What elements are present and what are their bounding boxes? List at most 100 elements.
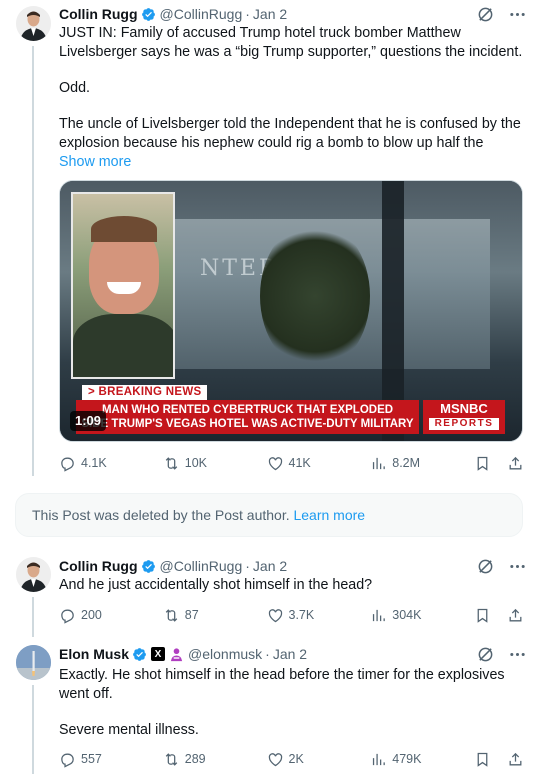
repost-count: 10K: [184, 456, 207, 470]
headline-line: SIDE TRUMP'S VEGAS HOTEL WAS ACTIVE-DUTY…: [81, 418, 414, 430]
views-button[interactable]: 304K: [370, 607, 474, 624]
avatar-photo: [16, 645, 51, 680]
post-text-line: JUST IN: Family of accused Trump hotel t…: [59, 25, 523, 60]
like-count: 41K: [288, 456, 311, 470]
show-more-link[interactable]: Show more: [59, 154, 131, 170]
share-icon[interactable]: [507, 607, 524, 624]
post-text-line: And he just accidentally shot himself in…: [59, 577, 373, 593]
share-icon[interactable]: [507, 455, 524, 472]
avatar[interactable]: [16, 6, 51, 41]
like-count: 2K: [288, 752, 304, 766]
avatar[interactable]: [16, 645, 51, 680]
thread-line: [32, 597, 34, 637]
post-3[interactable]: Elon Musk X @elonmusk · Jan 2 Exactly. H…: [0, 643, 542, 774]
author-handle[interactable]: @CollinRugg: [160, 6, 243, 22]
post-text: JUST IN: Family of accused Trump hotel t…: [59, 24, 528, 172]
post-text-line: Odd.: [59, 80, 90, 96]
repost-button[interactable]: 289: [163, 751, 267, 768]
views-icon: [373, 753, 386, 765]
repost-count: 87: [184, 608, 199, 622]
like-count: 3.7K: [288, 608, 315, 622]
more-icon[interactable]: [508, 5, 526, 23]
deleted-notice-text: This Post was deleted by the Post author…: [32, 507, 290, 523]
view-count: 304K: [392, 608, 422, 622]
view-count: 479K: [392, 752, 422, 766]
bookmark-icon[interactable]: [474, 751, 491, 768]
reply-count: 200: [81, 608, 102, 622]
video-duration: 1:09: [70, 411, 107, 431]
video-tree: [260, 221, 370, 371]
action-bar: 4.1K 10K 41K 8.2M: [59, 453, 524, 473]
action-bar: 200 87 3.7K 304K: [59, 605, 524, 625]
views-button[interactable]: 8.2M: [370, 455, 474, 472]
verified-icon[interactable]: [141, 559, 156, 574]
separator-dot: ·: [265, 646, 270, 662]
post-1[interactable]: Collin Rugg @CollinRugg · Jan 2 JUST IN:…: [0, 0, 542, 485]
repost-icon: [165, 608, 178, 622]
verified-icon[interactable]: [141, 7, 156, 22]
author-name[interactable]: Collin Rugg: [59, 558, 138, 574]
video-inset-photo: [71, 192, 175, 379]
avatar[interactable]: [16, 557, 51, 592]
post-text: And he just accidentally shot himself in…: [59, 576, 528, 595]
like-button[interactable]: 3.7K: [267, 607, 371, 624]
reply-icon: [61, 609, 74, 624]
post-2[interactable]: Collin Rugg @CollinRugg · Jan 2 And he j…: [0, 555, 542, 637]
headline-line: MAN WHO RENTED CYBERTRUCK THAT EXPLODED: [101, 404, 394, 416]
author-handle[interactable]: @elonmusk: [188, 646, 262, 662]
repost-icon: [165, 752, 178, 766]
like-icon: [268, 456, 282, 470]
author-name[interactable]: Elon Musk: [59, 646, 129, 662]
like-button[interactable]: 2K: [267, 751, 371, 768]
repost-button[interactable]: 87: [163, 607, 267, 624]
post-date[interactable]: Jan 2: [273, 646, 307, 662]
post-header: Collin Rugg @CollinRugg · Jan 2: [59, 556, 526, 576]
post-text: Exactly. He shot himself in the head bef…: [59, 666, 528, 740]
views-icon: [373, 609, 386, 621]
reply-button[interactable]: 200: [59, 607, 163, 624]
bookmark-icon[interactable]: [474, 455, 491, 472]
reply-button[interactable]: 557: [59, 751, 163, 768]
affiliate-icon[interactable]: [169, 647, 184, 662]
grok-icon[interactable]: [476, 5, 494, 23]
grok-icon[interactable]: [476, 645, 494, 663]
grok-icon[interactable]: [476, 557, 494, 575]
author-handle[interactable]: @CollinRugg: [160, 558, 243, 574]
network-name: MSNBC: [440, 401, 488, 416]
post-header: Collin Rugg @CollinRugg · Jan 2: [59, 4, 526, 24]
reply-icon: [61, 753, 74, 768]
thread-line: [32, 685, 34, 774]
post-date[interactable]: Jan 2: [253, 558, 287, 574]
x-badge-icon[interactable]: X: [151, 647, 166, 661]
video-player[interactable]: NTER TION > BREAKING NEWS MAN WHO RENTED…: [59, 180, 523, 442]
breaking-news-tag: > BREAKING NEWS: [82, 385, 208, 400]
post-date[interactable]: Jan 2: [253, 6, 287, 22]
like-icon: [268, 752, 282, 766]
avatar-photo: [16, 557, 51, 592]
avatar-photo: [16, 6, 51, 41]
verified-icon[interactable]: [132, 647, 147, 662]
author-name[interactable]: Collin Rugg: [59, 6, 138, 22]
news-headline: MAN WHO RENTED CYBERTRUCK THAT EXPLODED …: [76, 400, 419, 434]
bookmark-icon[interactable]: [474, 607, 491, 624]
post-text-line: The uncle of Livelsberger told the Indep…: [59, 116, 521, 151]
reply-button[interactable]: 4.1K: [59, 455, 163, 472]
reply-icon: [61, 457, 74, 472]
views-button[interactable]: 479K: [370, 751, 474, 768]
separator-dot: ·: [245, 558, 250, 574]
repost-icon: [165, 456, 178, 470]
share-icon[interactable]: [507, 751, 524, 768]
like-button[interactable]: 41K: [267, 455, 371, 472]
network-sub: REPORTS: [429, 418, 499, 430]
more-icon[interactable]: [508, 557, 526, 575]
more-icon[interactable]: [508, 645, 526, 663]
reply-count: 557: [81, 752, 102, 766]
network-logo: MSNBC REPORTS: [423, 400, 505, 434]
separator-dot: ·: [245, 6, 250, 22]
like-icon: [268, 608, 282, 622]
repost-button[interactable]: 10K: [163, 455, 267, 472]
post-text-line: Exactly. He shot himself in the head bef…: [59, 667, 505, 702]
learn-more-link[interactable]: Learn more: [293, 507, 365, 523]
deleted-post-notice: This Post was deleted by the Post author…: [15, 493, 523, 537]
news-lower-third: > BREAKING NEWS MAN WHO RENTED CYBERTRUC…: [60, 384, 522, 441]
